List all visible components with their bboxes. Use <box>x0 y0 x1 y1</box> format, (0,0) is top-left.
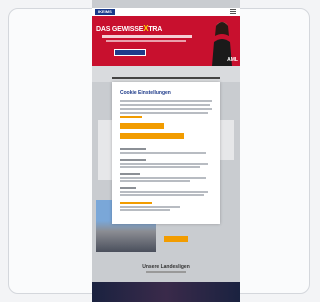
option-description-line <box>120 177 206 179</box>
option-description-line <box>120 194 204 196</box>
banner-cta-button[interactable] <box>114 49 146 56</box>
option-statistics-heading[interactable] <box>120 159 146 161</box>
option-description-line <box>120 180 190 182</box>
cookie-intro-text-line <box>120 112 208 114</box>
banner-brand: AML <box>227 57 238 63</box>
option-description-line <box>120 166 200 168</box>
top-bar: IKEIMS <box>92 8 240 16</box>
accept-all-button[interactable] <box>120 123 164 129</box>
footer-text-line <box>120 209 170 211</box>
banner-title: DAS GEWISSEXTRA <box>96 24 162 33</box>
banner-subtitle-line <box>106 40 186 42</box>
privacy-link[interactable] <box>120 116 142 118</box>
footer-subtitle-line <box>146 271 186 273</box>
site-logo[interactable]: IKEIMS <box>95 9 115 15</box>
cookie-dialog-title: Cookie Einstellungen <box>120 90 171 96</box>
hamburger-menu-icon[interactable] <box>230 9 236 15</box>
footer-text-line <box>120 206 180 208</box>
more-button[interactable] <box>164 236 188 242</box>
promo-banner[interactable]: DAS GEWISSEXTRA AML <box>92 16 240 66</box>
cookie-intro-text-line <box>120 100 212 102</box>
footer-image <box>92 282 240 302</box>
content-card[interactable] <box>98 120 112 180</box>
banner-subtitle-line <box>102 35 192 38</box>
details-link[interactable] <box>120 202 152 204</box>
cookie-consent-dialog: Cookie Einstellungen <box>112 82 220 224</box>
cookie-intro-text-line <box>120 108 212 110</box>
footer-title: Unsere Landesligen <box>142 264 190 270</box>
option-necessary-heading[interactable] <box>120 148 146 150</box>
banner-title-part2: TRA <box>148 26 163 33</box>
banner-title-part1: DAS GEWISSE <box>96 26 144 33</box>
accept-selection-button[interactable] <box>120 133 184 139</box>
option-description-line <box>120 191 208 193</box>
section-header <box>92 66 240 82</box>
section-header-text <box>112 77 220 79</box>
option-description-line <box>120 152 206 154</box>
option-description-line <box>120 163 208 165</box>
option-marketing-heading[interactable] <box>120 173 140 175</box>
option-external-heading[interactable] <box>120 187 136 189</box>
cookie-intro-text-line <box>120 104 210 106</box>
